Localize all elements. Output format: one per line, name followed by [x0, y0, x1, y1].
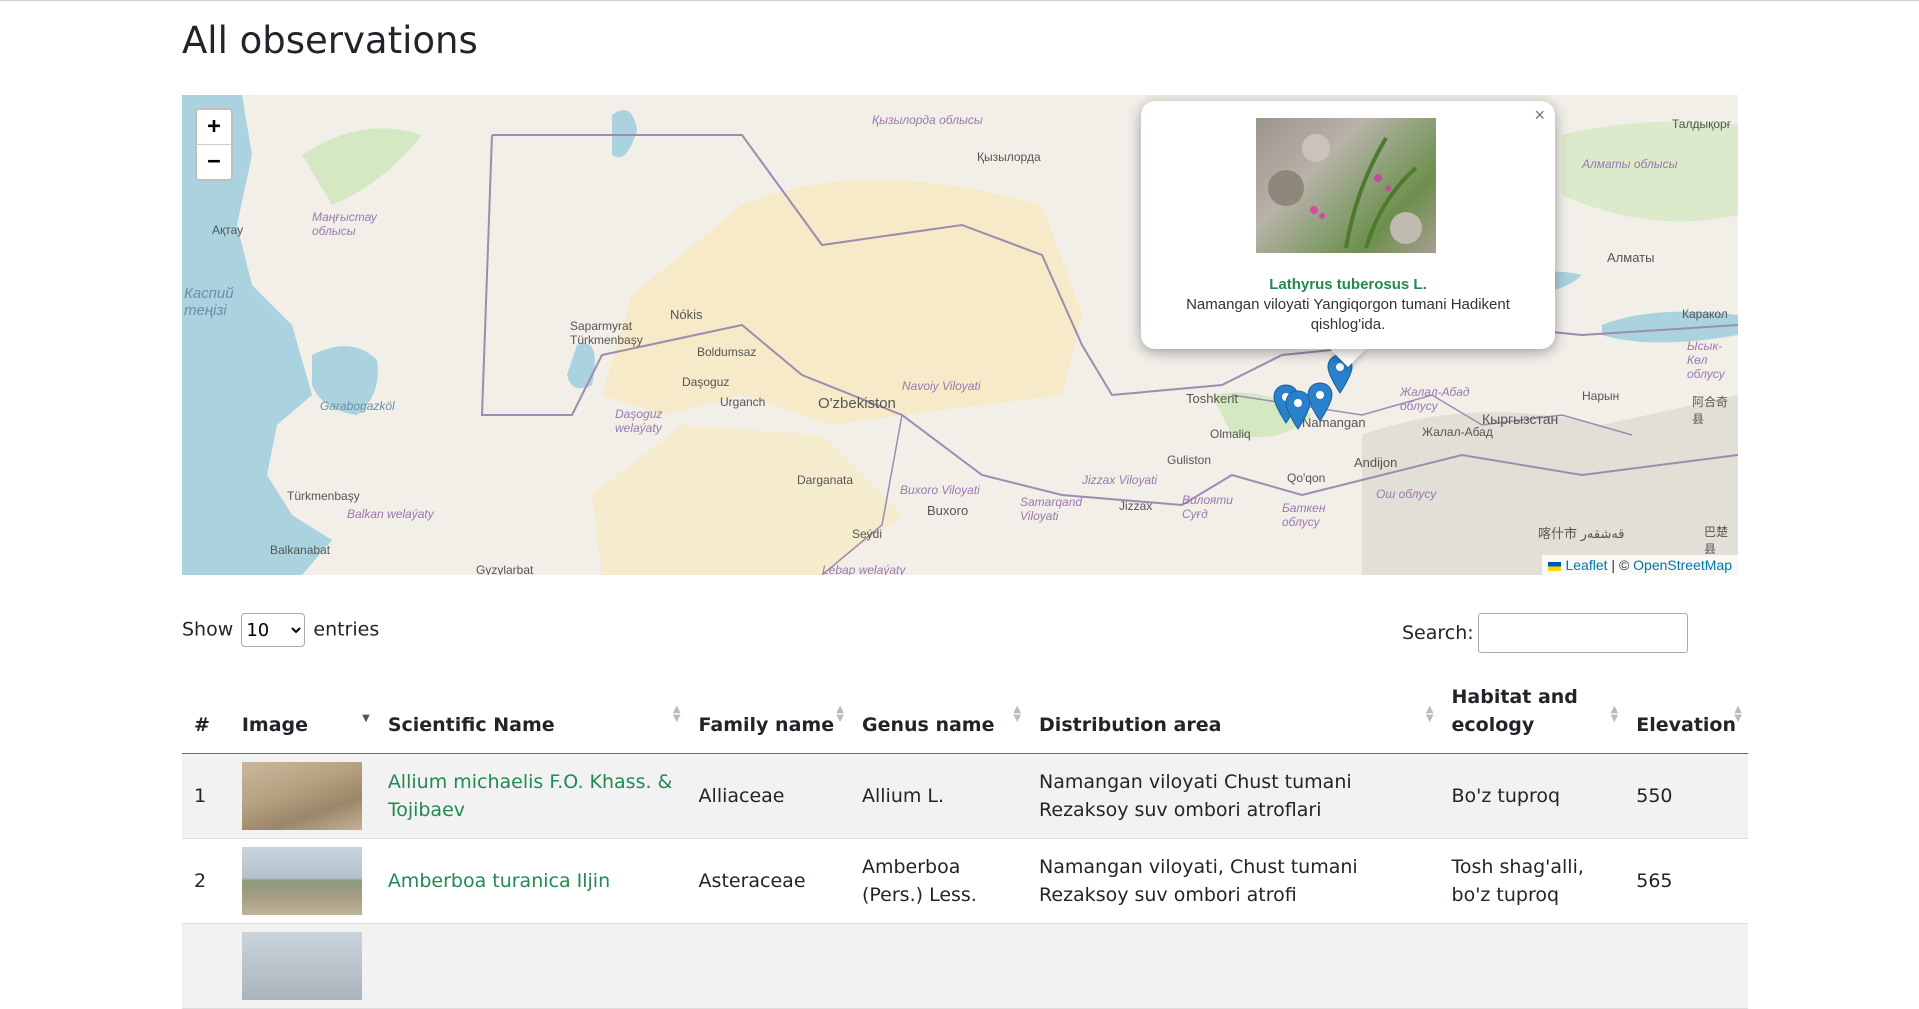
elevation-cell	[1624, 923, 1748, 1009]
sort-desc-icon: ▼	[362, 713, 370, 724]
scientific-name-link[interactable]: Allium michaelis F.O. Khass. & Tojibaev	[388, 771, 673, 821]
row-number: 1	[182, 753, 230, 839]
sort-icon: ▲ ▼	[672, 704, 681, 724]
sort-icon: ▲ ▼	[1610, 704, 1619, 724]
show-label: Show	[182, 618, 234, 641]
map-attribution: Leaflet | © OpenStreetMap	[1542, 555, 1738, 575]
family-cell: Asteraceae	[686, 838, 850, 924]
column-header-number[interactable]: #	[182, 659, 230, 754]
popup-close-button[interactable]: ×	[1534, 105, 1545, 126]
habitat-cell: Tosh shag'alli, bo'z tuproq	[1439, 838, 1625, 924]
zoom-out-button[interactable]: −	[197, 145, 231, 179]
leaflet-link[interactable]: Leaflet	[1565, 557, 1607, 573]
popup-image	[1256, 118, 1436, 253]
table-row: 1 Allium michaelis F.O. Khass. & Tojibae…	[182, 753, 1748, 839]
marker-icon[interactable]	[1307, 382, 1333, 422]
page-title: All observations	[182, 19, 478, 62]
entries-label: entries	[313, 618, 380, 641]
search-input[interactable]	[1477, 613, 1688, 653]
habitat-cell	[1439, 923, 1625, 1009]
column-header-family[interactable]: Family name ▲ ▼	[686, 659, 850, 754]
observation-thumbnail[interactable]	[241, 762, 362, 830]
column-header-image[interactable]: Image ▼	[229, 659, 376, 754]
scientific-name-cell[interactable]	[375, 923, 687, 1009]
popup-title[interactable]: Lathyrus tuberosus L.	[1141, 276, 1555, 293]
genus-cell	[849, 923, 1028, 1009]
osm-link[interactable]: OpenStreetMap	[1633, 557, 1732, 573]
column-header-distribution[interactable]: Distribution area ▲ ▼	[1027, 659, 1440, 754]
table-search: Search:	[1402, 613, 1688, 653]
search-label: Search:	[1402, 622, 1474, 644]
sort-icon: ▲ ▼	[836, 704, 844, 724]
attribution-separator: | ©	[1607, 557, 1634, 573]
distribution-cell: Namangan viloyati, Chust tumani Rezaksoy…	[1027, 838, 1440, 924]
column-header-habitat[interactable]: Habitat and ecology ▲ ▼	[1439, 659, 1625, 754]
observation-thumbnail[interactable]	[241, 932, 362, 1000]
table-header-row: # Image ▼ Scientific Name ▲ ▼ Family name ▲ ▼…	[182, 659, 1748, 754]
genus-cell: Amberboa (Pers.) Less.	[849, 838, 1028, 924]
map-popup: × Lathyrus tuberosus L. Namangan viloyat…	[1141, 101, 1555, 349]
row-number: 2	[182, 838, 230, 924]
distribution-cell	[1027, 923, 1440, 1009]
popup-tip	[1330, 349, 1366, 367]
observation-thumbnail[interactable]	[241, 847, 362, 915]
sort-icon: ▲ ▼	[1734, 704, 1742, 724]
elevation-cell: 565	[1624, 838, 1748, 924]
distribution-cell: Namangan viloyati Chust tumani Rezaksoy …	[1027, 753, 1440, 839]
zoom-control: + −	[195, 108, 233, 181]
entries-select[interactable]: 10	[241, 613, 306, 647]
column-header-scientific-name[interactable]: Scientific Name ▲ ▼	[375, 659, 687, 754]
sort-icon: ▲ ▼	[1013, 704, 1022, 724]
observations-table: # Image ▼ Scientific Name ▲ ▼ Family name ▲ ▼…	[182, 659, 1748, 1009]
sort-icon: ▲ ▼	[1425, 704, 1434, 724]
scientific-name-link[interactable]: Amberboa turanica Iljin	[388, 870, 610, 892]
table-row	[182, 923, 1748, 1009]
plant-photo	[1268, 134, 1422, 249]
habitat-cell: Bo'z tuproq	[1439, 753, 1625, 839]
marker-icon[interactable]	[1285, 390, 1311, 430]
family-cell	[686, 923, 850, 1009]
column-header-elevation[interactable]: Elevation ▲ ▼	[1624, 659, 1748, 754]
family-cell: Alliaceae	[686, 753, 850, 839]
ukraine-flag-icon	[1548, 561, 1562, 571]
genus-cell: Allium L.	[849, 753, 1028, 839]
observations-map[interactable]: Қызылорда облысы Қызылорда Талдықорғ Маң…	[182, 95, 1738, 575]
table-row: 2 Amberboa turanica Iljin Asteraceae Amb…	[182, 838, 1748, 924]
column-header-genus[interactable]: Genus name ▲ ▼	[849, 659, 1028, 754]
entries-length-control: Show 10 entries	[182, 613, 379, 647]
popup-description: Namangan viloyati Yangiqorgon tumani Had…	[1186, 296, 1510, 333]
zoom-in-button[interactable]: +	[197, 110, 231, 145]
elevation-cell: 550	[1624, 753, 1748, 839]
row-number	[182, 923, 230, 1009]
map-markers[interactable]	[1272, 355, 1392, 445]
